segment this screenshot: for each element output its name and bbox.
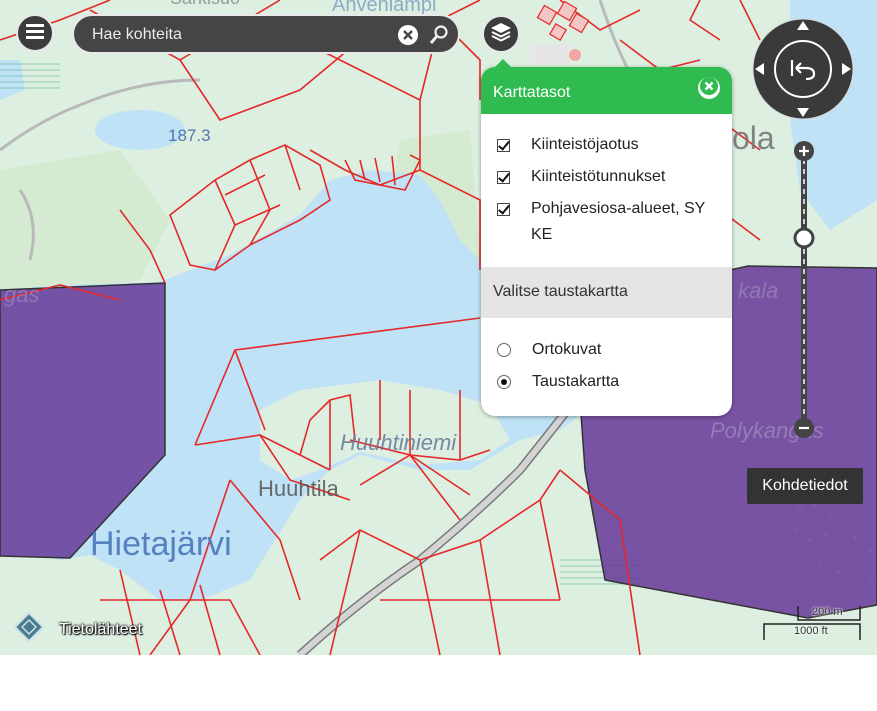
clear-icon[interactable]: [398, 25, 418, 45]
layer-checkbox[interactable]: [497, 171, 510, 184]
label-sarkisuo: Sarkisuo: [170, 0, 240, 9]
background-radio[interactable]: [497, 343, 511, 357]
layer-checkbox[interactable]: [497, 203, 510, 216]
zoom-out-button[interactable]: [794, 418, 814, 438]
layer-label: Kiinteistötunnukset: [531, 168, 666, 185]
layers-panel: Karttatasot Kiinteistöjaotus Kiinteistöt…: [481, 59, 732, 416]
scale-metric: 200 m: [812, 606, 843, 618]
pan-compass[interactable]: [752, 18, 854, 120]
background-map-section: Valitse taustakartta: [481, 267, 732, 318]
search-input[interactable]: [90, 22, 384, 48]
zoom-handle[interactable]: [793, 227, 815, 249]
label-huuhtiniemi: Huuhtiniemi: [340, 430, 457, 455]
layers-panel-header: Karttatasot: [481, 67, 732, 114]
background-option-taustakartta[interactable]: Taustakartta: [497, 373, 619, 395]
layers-button[interactable]: [482, 15, 520, 53]
label-kala: kala: [738, 278, 779, 303]
layer-label: Kiinteistöjaotus: [531, 136, 639, 153]
menu-icon: [26, 23, 44, 44]
label-hietajarvi: Hietajärvi: [90, 525, 232, 563]
data-sources-icon: [12, 610, 46, 649]
search-icon[interactable]: [428, 24, 450, 46]
scale-bar: 200 m 1000 ft: [762, 604, 862, 642]
layer-checkbox[interactable]: [497, 139, 510, 152]
data-sources-link[interactable]: Tietolähteet: [12, 610, 142, 649]
close-panel-button[interactable]: [698, 76, 720, 100]
layer-item-kiinteistotunnukset[interactable]: Kiinteistötunnukset: [497, 168, 665, 190]
layer-item-pohjavesiosa-alueet[interactable]: Pohjavesiosa-alueet, SYKE: [497, 200, 713, 248]
background-option-ortokuvat[interactable]: Ortokuvat: [497, 341, 601, 363]
close-icon: [700, 76, 718, 100]
label-huuhtila: Huuhtila: [258, 476, 339, 501]
zoom-in-button[interactable]: [794, 141, 814, 161]
background-map-title: Valitse taustakartta: [493, 283, 628, 300]
label-ola: ola: [732, 120, 775, 156]
background-label: Taustakartta: [532, 373, 620, 390]
feature-info-button[interactable]: Kohdetiedot: [747, 468, 863, 504]
menu-button[interactable]: [16, 14, 54, 52]
data-sources-label: Tietolähteet: [59, 620, 143, 638]
background-radio-selected[interactable]: [497, 375, 511, 389]
label-elevation: 187.3: [168, 126, 211, 145]
search-bar: [72, 14, 460, 54]
map-view[interactable]: Hietajärvi Huuhtila Huuhtiniemi 187.3 Po…: [0, 0, 877, 655]
layer-item-kiinteistojaotus[interactable]: Kiinteistöjaotus: [497, 136, 639, 158]
layers-icon: [490, 22, 512, 47]
label-gas: gas: [4, 282, 40, 307]
zoom-slider[interactable]: [790, 139, 818, 439]
layer-label: Pohjavesiosa-alueet, SYKE: [531, 200, 706, 243]
scale-imperial: 1000 ft: [794, 625, 828, 637]
background-label: Ortokuvat: [532, 341, 602, 358]
layers-panel-title: Karttatasot: [493, 84, 571, 101]
